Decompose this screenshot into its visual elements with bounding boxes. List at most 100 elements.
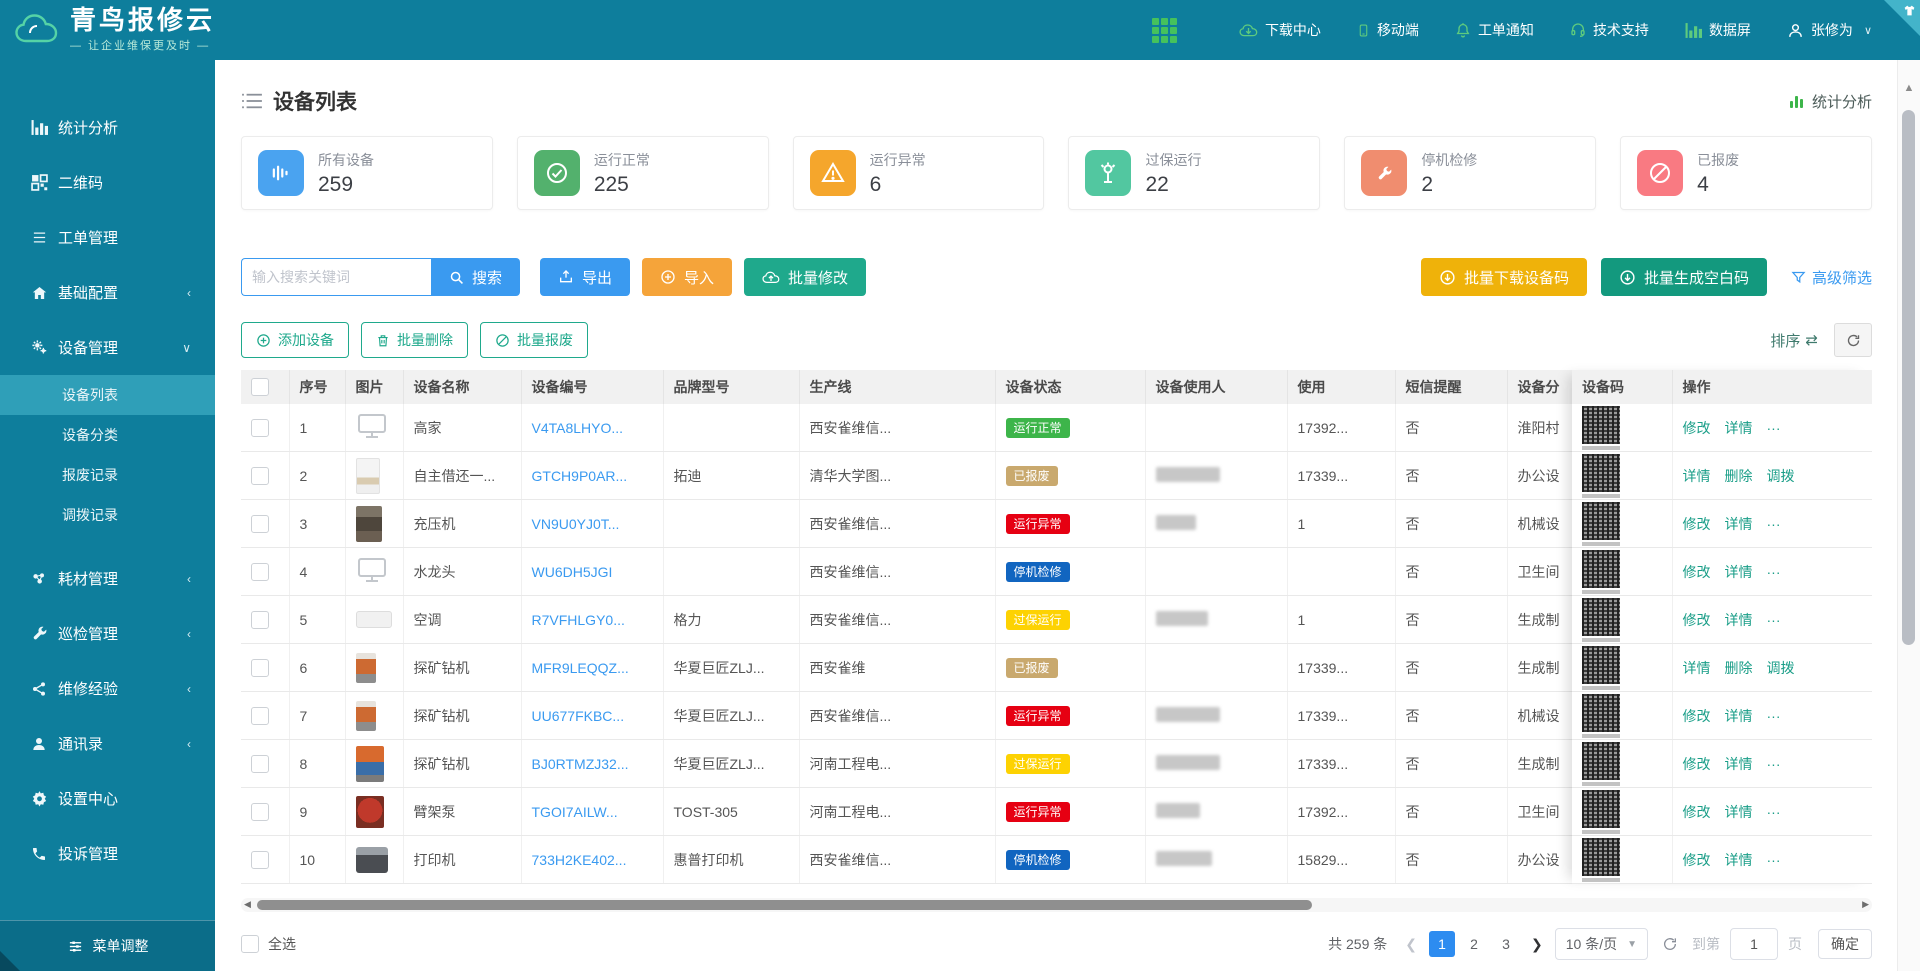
page-number-3[interactable]: 3 [1493,931,1519,957]
device-code-link[interactable]: V4TA8LHYO... [532,420,624,436]
op-link-修改[interactable]: 修改 [1683,516,1711,532]
nav-item-工单通知[interactable]: 工单通知 [1455,20,1534,40]
menu-adjust-button[interactable]: 菜单调整 [0,920,215,971]
sidebar-subitem-报废记录[interactable]: 报废记录 [0,455,215,495]
horizontal-scroll-thumb[interactable] [257,900,1312,910]
op-link-修改[interactable]: 修改 [1683,852,1711,868]
statistics-link[interactable]: 统计分析 [1789,91,1872,112]
add-device-button[interactable]: 添加设备 [241,322,349,358]
export-button[interactable]: 导出 [540,258,630,296]
op-link-详情[interactable]: 详情 [1725,852,1753,868]
row-checkbox[interactable] [251,467,269,485]
device-qrcode-image[interactable] [1582,454,1620,498]
device-code-link[interactable]: R7VFHLGY0... [532,612,625,628]
device-qrcode-image[interactable] [1582,694,1620,738]
refresh-pagination-button[interactable] [1662,936,1678,952]
row-checkbox[interactable] [251,755,269,773]
sidebar-item-工单管理[interactable]: 工单管理 [0,210,215,265]
device-code-link[interactable]: TGOI7AILW... [532,804,618,820]
more-actions-link[interactable]: ··· [1767,804,1781,820]
batch-edit-button[interactable]: 批量修改 [744,258,866,296]
more-actions-link[interactable]: ··· [1767,564,1781,580]
sidebar-subitem-设备分类[interactable]: 设备分类 [0,415,215,455]
page-size-select[interactable]: 10 条/页 ▼ [1555,928,1648,960]
op-link-调拨[interactable]: 调拨 [1767,660,1795,676]
op-link-修改[interactable]: 修改 [1683,420,1711,436]
op-link-详情[interactable]: 详情 [1725,420,1753,436]
batch-generate-codes-button[interactable]: 批量生成空白码 [1601,258,1767,296]
user-menu[interactable]: 张修为 ∨ [1787,20,1872,40]
device-code-link[interactable]: WU6DH5JGI [532,564,613,580]
sort-control[interactable]: 排序 ⇄ [1770,330,1818,351]
vertical-scroll-thumb[interactable] [1902,110,1915,645]
batch-delete-button[interactable]: 批量删除 [361,322,468,358]
op-link-调拨[interactable]: 调拨 [1767,468,1795,484]
prev-page-arrow-icon[interactable]: ❮ [1403,936,1419,953]
op-link-修改[interactable]: 修改 [1683,756,1711,772]
device-qrcode-image[interactable] [1582,742,1620,786]
sidebar-item-通讯录[interactable]: 通讯录‹ [0,716,215,771]
more-actions-link[interactable]: ··· [1767,708,1781,724]
device-code-link[interactable]: GTCH9P0AR... [532,468,628,484]
sidebar-item-巡检管理[interactable]: 巡检管理‹ [0,606,215,661]
goto-page-input[interactable] [1730,928,1778,960]
column-header-设备名称[interactable]: 设备名称 [403,370,521,404]
row-checkbox[interactable] [251,563,269,581]
page-number-2[interactable]: 2 [1461,931,1487,957]
column-header-设备码[interactable]: 设备码 [1572,370,1672,404]
sidebar-item-维修经验[interactable]: 维修经验‹ [0,661,215,716]
more-actions-link[interactable]: ··· [1767,756,1781,772]
confirm-page-button[interactable]: 确定 [1818,929,1872,959]
import-button[interactable]: 导入 [642,258,732,296]
device-qrcode-image[interactable] [1582,646,1620,690]
column-header-图片[interactable]: 图片 [345,370,403,404]
device-code-link[interactable]: VN9U0YJ0T... [532,516,620,532]
device-qrcode-image[interactable] [1582,598,1620,642]
search-button[interactable]: 搜索 [431,258,520,296]
device-qrcode-image[interactable] [1582,838,1620,882]
row-checkbox[interactable] [251,611,269,629]
select-all-checkbox[interactable] [241,935,259,953]
batch-download-codes-button[interactable]: 批量下载设备码 [1421,258,1587,296]
sidebar-item-设置中心[interactable]: 设置中心 [0,771,215,826]
column-header-使用[interactable]: 使用 [1287,370,1395,404]
row-checkbox[interactable] [251,707,269,725]
header-checkbox[interactable] [251,378,269,396]
op-link-详情[interactable]: 详情 [1683,660,1711,676]
op-link-详情[interactable]: 详情 [1725,756,1753,772]
device-code-link[interactable]: MFR9LEQQZ... [532,660,629,676]
device-qrcode-image[interactable] [1582,406,1620,450]
op-link-修改[interactable]: 修改 [1683,708,1711,724]
op-link-详情[interactable]: 详情 [1725,612,1753,628]
device-qrcode-image[interactable] [1582,502,1620,546]
device-code-link[interactable]: UU677FKBC... [532,708,625,724]
horizontal-scrollbar[interactable]: ◀ ▶ [241,898,1872,912]
sidebar-subitem-调拨记录[interactable]: 调拨记录 [0,495,215,535]
row-checkbox[interactable] [251,803,269,821]
device-qrcode-image[interactable] [1582,790,1620,834]
column-header-操作[interactable]: 操作 [1672,370,1872,404]
op-link-详情[interactable]: 详情 [1683,468,1711,484]
row-checkbox[interactable] [251,515,269,533]
op-link-详情[interactable]: 详情 [1725,804,1753,820]
op-link-删除[interactable]: 删除 [1725,468,1753,484]
more-actions-link[interactable]: ··· [1767,852,1781,868]
scroll-right-arrow-icon[interactable]: ▶ [1862,899,1869,910]
column-header-品牌型号[interactable]: 品牌型号 [663,370,799,404]
device-qrcode-image[interactable] [1582,550,1620,594]
device-code-link[interactable]: BJ0RTMZJ32... [532,756,629,772]
nav-item-移动端[interactable]: 移动端 [1357,20,1419,40]
next-page-arrow-icon[interactable]: ❯ [1529,936,1545,953]
sidebar-item-二维码[interactable]: 二维码 [0,155,215,210]
op-link-详情[interactable]: 详情 [1725,708,1753,724]
scroll-up-arrow-icon[interactable]: ▲ [1898,82,1920,94]
op-link-详情[interactable]: 详情 [1725,516,1753,532]
column-header-生产线[interactable]: 生产线 [799,370,995,404]
row-checkbox[interactable] [251,851,269,869]
vertical-scrollbar[interactable]: ▲ [1897,60,1920,971]
nav-item-下载中心[interactable]: 下载中心 [1239,20,1321,40]
scroll-left-arrow-icon[interactable]: ◀ [244,899,251,910]
nav-item-技术支持[interactable]: 技术支持 [1570,20,1649,40]
column-header-设备使用人[interactable]: 设备使用人 [1145,370,1287,404]
op-link-修改[interactable]: 修改 [1683,612,1711,628]
